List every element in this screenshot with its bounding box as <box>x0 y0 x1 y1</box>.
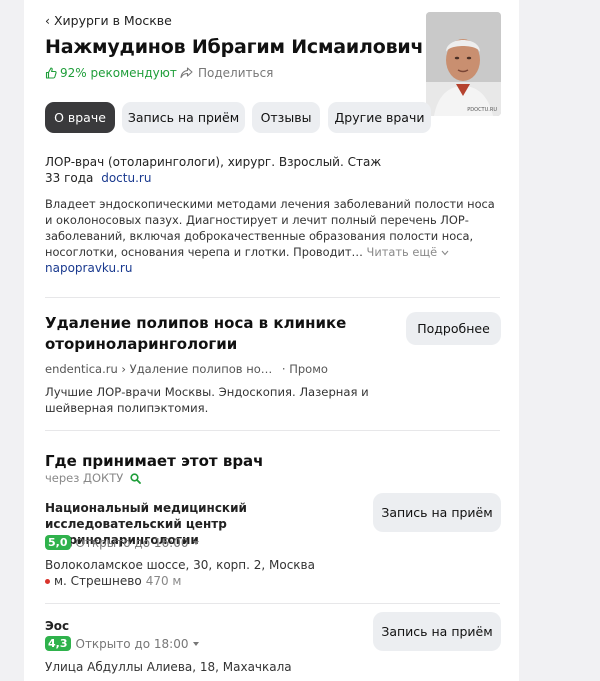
promo-url-text: endentica.ru › Удаление полипов но… <box>45 362 273 376</box>
clinic-address: Волоколамское шоссе, 30, корп. 2, Москва <box>45 558 315 572</box>
via-text: через ДОКТУ <box>45 471 124 485</box>
tab-reviews[interactable]: Отзывы <box>252 102 320 133</box>
svg-text:PDOCTU.RU: PDOCTU.RU <box>467 107 497 113</box>
promo-title[interactable]: Удаление полипов носа в клинике оторинол… <box>45 313 355 355</box>
promo-url[interactable]: endentica.ru › Удаление полипов но… · Пр… <box>45 362 328 376</box>
tab-booking[interactable]: Запись на приём <box>122 102 245 133</box>
metro-distance: 470 м <box>145 574 182 588</box>
clinic-booking-button[interactable]: Запись на приём <box>373 493 501 532</box>
promo-more-button[interactable]: Подробнее <box>406 312 501 345</box>
clinic-hours[interactable]: 4,3 Открыто до 18:00 <box>45 636 200 651</box>
share-icon <box>180 67 193 79</box>
divider <box>45 430 500 431</box>
caret-down-icon <box>193 641 200 646</box>
divider <box>45 603 500 604</box>
promo-tag: · Промо <box>281 362 328 376</box>
doctor-photo: PDOCTU.RU <box>426 12 501 116</box>
read-more-link[interactable]: Читать ещё <box>367 245 449 259</box>
chevron-down-icon <box>441 250 449 256</box>
hours-text: Открыто до 16:00 <box>75 535 189 550</box>
rating-badge: 5,0 <box>45 535 71 550</box>
metro-icon <box>45 578 50 584</box>
recommend-text: 92% рекомендуют <box>60 66 177 80</box>
hours-text: Открыто до 18:00 <box>75 636 189 651</box>
clinic-hours[interactable]: 5,0 Открыто до 16:00 <box>45 535 200 550</box>
metro-name: м. Стрешнево <box>54 574 142 588</box>
promo-description: Лучшие ЛОР-врачи Москвы. Эндоскопия. Лаз… <box>45 385 369 415</box>
thumbs-up-icon <box>45 67 57 79</box>
divider <box>45 297 500 298</box>
search-icon[interactable] <box>130 472 142 484</box>
tab-about[interactable]: О враче <box>45 102 115 133</box>
caret-down-icon <box>193 540 200 545</box>
description-source-link[interactable]: napopravku.ru <box>45 261 132 275</box>
rating-badge: 4,3 <box>45 636 71 651</box>
share-button[interactable]: Поделиться <box>180 66 273 80</box>
clinic-address: Улица Абдуллы Алиева, 18, Махачкала <box>45 660 292 674</box>
clinic-name[interactable]: Эос <box>45 618 69 634</box>
read-more-label: Читать ещё <box>366 245 438 259</box>
recommend-rate: 92% рекомендуют <box>45 66 177 80</box>
specialty-source-link[interactable]: doctu.ru <box>101 171 151 185</box>
doctor-description: Владеет эндоскопическими методами лечени… <box>45 196 500 260</box>
clinic-booking-button[interactable]: Запись на приём <box>373 612 501 651</box>
clinic-metro: м. Стрешнево 470 м <box>45 574 181 588</box>
clinics-via: через ДОКТУ <box>45 471 142 485</box>
share-label: Поделиться <box>198 66 274 80</box>
doctor-name: Нажмудинов Ибрагим Исмаилович <box>45 36 424 58</box>
specialty-text: ЛОР-врач (отоларингологи), хирург. Взрос… <box>45 155 382 185</box>
clinics-title: Где принимает этот врач <box>45 452 264 470</box>
breadcrumb[interactable]: ‹ Хирурги в Москве <box>45 13 172 28</box>
tab-other-doctors[interactable]: Другие врачи <box>328 102 431 133</box>
doctor-specialty: ЛОР-врач (отоларингологи), хирург. Взрос… <box>45 154 390 186</box>
